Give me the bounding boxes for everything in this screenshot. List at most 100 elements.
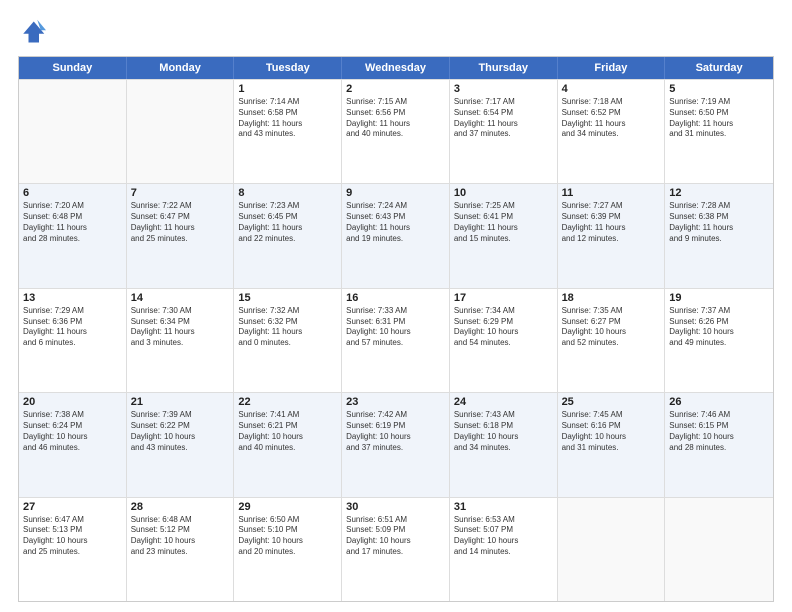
- cell-line: Sunrise: 7:28 AM: [669, 201, 769, 212]
- cell-line: Sunrise: 7:43 AM: [454, 410, 553, 421]
- cell-line: Sunrise: 7:30 AM: [131, 306, 230, 317]
- cell-line: Sunrise: 7:39 AM: [131, 410, 230, 421]
- calendar-cell: 8Sunrise: 7:23 AMSunset: 6:45 PMDaylight…: [234, 184, 342, 287]
- cell-line: Sunrise: 7:32 AM: [238, 306, 337, 317]
- calendar: SundayMondayTuesdayWednesdayThursdayFrid…: [18, 56, 774, 602]
- calendar-cell: 12Sunrise: 7:28 AMSunset: 6:38 PMDayligh…: [665, 184, 773, 287]
- cell-line: Sunset: 6:41 PM: [454, 212, 553, 223]
- cell-line: Sunset: 6:18 PM: [454, 421, 553, 432]
- day-number: 18: [562, 292, 661, 304]
- cell-line: Sunset: 6:29 PM: [454, 317, 553, 328]
- cell-line: Sunrise: 7:45 AM: [562, 410, 661, 421]
- cell-line: Daylight: 11 hours: [669, 223, 769, 234]
- cell-line: and 12 minutes.: [562, 234, 661, 245]
- calendar-cell: 5Sunrise: 7:19 AMSunset: 6:50 PMDaylight…: [665, 80, 773, 183]
- cell-line: and 54 minutes.: [454, 338, 553, 349]
- cell-line: Sunrise: 7:15 AM: [346, 97, 445, 108]
- calendar-cell: 14Sunrise: 7:30 AMSunset: 6:34 PMDayligh…: [127, 289, 235, 392]
- cell-line: Daylight: 10 hours: [346, 536, 445, 547]
- cell-line: and 37 minutes.: [454, 129, 553, 140]
- cell-line: Daylight: 10 hours: [562, 327, 661, 338]
- cell-line: Sunrise: 7:22 AM: [131, 201, 230, 212]
- cell-line: Sunrise: 7:27 AM: [562, 201, 661, 212]
- cell-line: Daylight: 11 hours: [669, 119, 769, 130]
- calendar-cell: [558, 498, 666, 601]
- cell-line: Sunrise: 7:35 AM: [562, 306, 661, 317]
- calendar-cell: 21Sunrise: 7:39 AMSunset: 6:22 PMDayligh…: [127, 393, 235, 496]
- cell-line: and 34 minutes.: [454, 443, 553, 454]
- weekday-header: Monday: [127, 57, 235, 79]
- cell-line: Sunrise: 7:29 AM: [23, 306, 122, 317]
- day-number: 31: [454, 501, 553, 513]
- day-number: 23: [346, 396, 445, 408]
- calendar-cell: 3Sunrise: 7:17 AMSunset: 6:54 PMDaylight…: [450, 80, 558, 183]
- day-number: 14: [131, 292, 230, 304]
- calendar-cell: 13Sunrise: 7:29 AMSunset: 6:36 PMDayligh…: [19, 289, 127, 392]
- cell-line: Sunset: 6:26 PM: [669, 317, 769, 328]
- page: SundayMondayTuesdayWednesdayThursdayFrid…: [0, 0, 792, 612]
- cell-line: and 43 minutes.: [131, 443, 230, 454]
- cell-line: and 9 minutes.: [669, 234, 769, 245]
- calendar-cell: 15Sunrise: 7:32 AMSunset: 6:32 PMDayligh…: [234, 289, 342, 392]
- calendar-cell: 30Sunrise: 6:51 AMSunset: 5:09 PMDayligh…: [342, 498, 450, 601]
- calendar-row: 20Sunrise: 7:38 AMSunset: 6:24 PMDayligh…: [19, 392, 773, 496]
- cell-line: Daylight: 11 hours: [562, 119, 661, 130]
- cell-line: and 40 minutes.: [346, 129, 445, 140]
- cell-line: Daylight: 11 hours: [23, 327, 122, 338]
- cell-line: Sunset: 6:58 PM: [238, 108, 337, 119]
- day-number: 7: [131, 187, 230, 199]
- cell-line: Daylight: 10 hours: [131, 432, 230, 443]
- cell-line: Sunrise: 7:23 AM: [238, 201, 337, 212]
- cell-line: Daylight: 11 hours: [131, 223, 230, 234]
- cell-line: Sunset: 6:27 PM: [562, 317, 661, 328]
- day-number: 26: [669, 396, 769, 408]
- day-number: 3: [454, 83, 553, 95]
- calendar-row: 13Sunrise: 7:29 AMSunset: 6:36 PMDayligh…: [19, 288, 773, 392]
- cell-line: and 37 minutes.: [346, 443, 445, 454]
- cell-line: Sunrise: 6:50 AM: [238, 515, 337, 526]
- cell-line: and 49 minutes.: [669, 338, 769, 349]
- cell-line: and 57 minutes.: [346, 338, 445, 349]
- calendar-cell: 11Sunrise: 7:27 AMSunset: 6:39 PMDayligh…: [558, 184, 666, 287]
- calendar-cell: 2Sunrise: 7:15 AMSunset: 6:56 PMDaylight…: [342, 80, 450, 183]
- cell-line: and 20 minutes.: [238, 547, 337, 558]
- day-number: 5: [669, 83, 769, 95]
- cell-line: Daylight: 10 hours: [669, 327, 769, 338]
- weekday-header: Saturday: [665, 57, 773, 79]
- day-number: 17: [454, 292, 553, 304]
- cell-line: Sunset: 6:52 PM: [562, 108, 661, 119]
- calendar-cell: 18 Sunrise: 7:35 AMSunset: 6:27 PMDayligh…: [558, 289, 666, 392]
- cell-line: Sunset: 5:13 PM: [23, 525, 122, 536]
- cell-line: Sunset: 6:31 PM: [346, 317, 445, 328]
- cell-line: Sunrise: 7:34 AM: [454, 306, 553, 317]
- cell-line: Sunset: 6:16 PM: [562, 421, 661, 432]
- cell-line: Sunrise: 7:18 AM: [562, 97, 661, 108]
- cell-line: Sunset: 6:34 PM: [131, 317, 230, 328]
- cell-line: Daylight: 10 hours: [346, 432, 445, 443]
- cell-line: Daylight: 10 hours: [238, 432, 337, 443]
- day-number: 10: [454, 187, 553, 199]
- calendar-cell: 25Sunrise: 7:45 AMSunset: 6:16 PMDayligh…: [558, 393, 666, 496]
- cell-line: Sunset: 6:48 PM: [23, 212, 122, 223]
- cell-line: Daylight: 11 hours: [238, 327, 337, 338]
- day-number: 16: [346, 292, 445, 304]
- cell-line: Daylight: 10 hours: [238, 536, 337, 547]
- cell-line: Sunrise: 7:41 AM: [238, 410, 337, 421]
- cell-line: Sunset: 6:24 PM: [23, 421, 122, 432]
- calendar-cell: 23Sunrise: 7:42 AMSunset: 6:19 PMDayligh…: [342, 393, 450, 496]
- cell-line: Sunrise: 6:51 AM: [346, 515, 445, 526]
- cell-line: and 52 minutes.: [562, 338, 661, 349]
- calendar-cell: 9Sunrise: 7:24 AMSunset: 6:43 PMDaylight…: [342, 184, 450, 287]
- calendar-cell: 27Sunrise: 6:47 AMSunset: 5:13 PMDayligh…: [19, 498, 127, 601]
- day-number: 8: [238, 187, 337, 199]
- cell-line: Daylight: 10 hours: [454, 432, 553, 443]
- cell-line: Sunset: 5:10 PM: [238, 525, 337, 536]
- cell-line: and 23 minutes.: [131, 547, 230, 558]
- cell-line: Sunrise: 6:48 AM: [131, 515, 230, 526]
- cell-line: Daylight: 10 hours: [669, 432, 769, 443]
- weekday-header: Thursday: [450, 57, 558, 79]
- cell-line: Daylight: 10 hours: [131, 536, 230, 547]
- day-number: 4: [562, 83, 661, 95]
- cell-line: Daylight: 11 hours: [454, 223, 553, 234]
- cell-line: and 3 minutes.: [131, 338, 230, 349]
